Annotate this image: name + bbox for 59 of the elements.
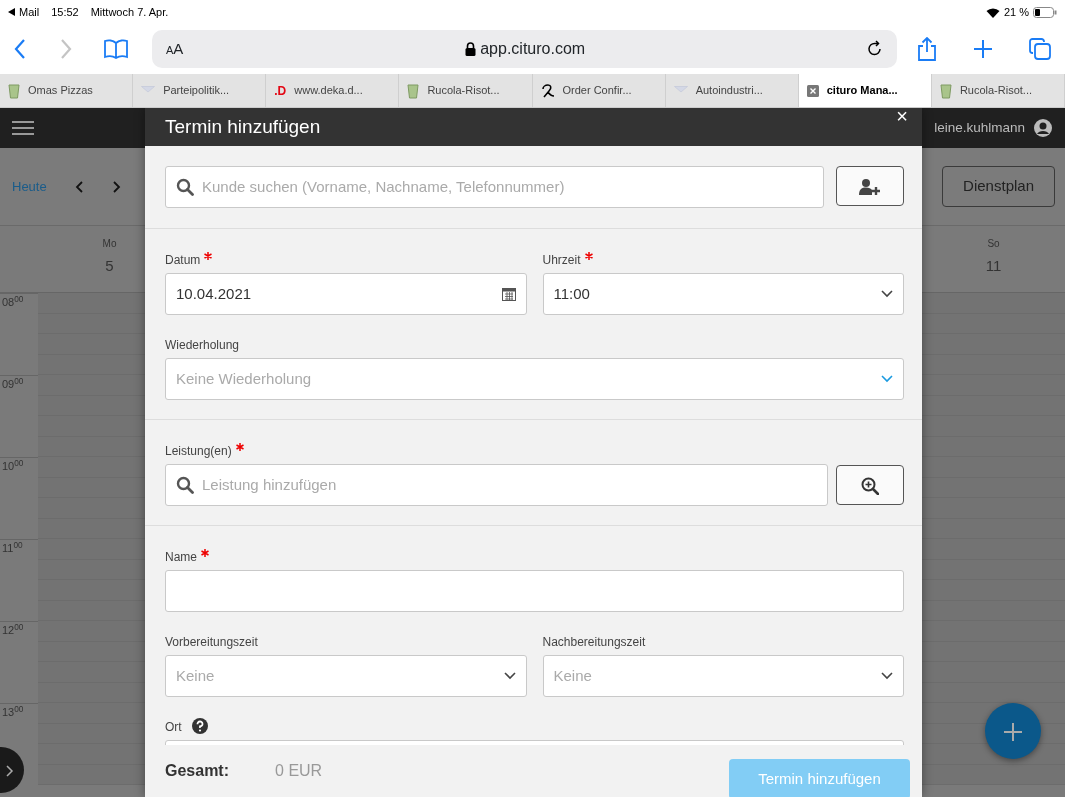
field-label: Name [165,549,197,566]
total-label: Gesamt: [165,761,230,781]
field-label: Nachbereitungszeit [542,634,646,651]
field-label: Leistung(en) [165,443,232,460]
day-number: 11 [984,256,1003,276]
close-button[interactable]: × [896,108,908,126]
search-icon [176,178,194,196]
roster-button[interactable]: Dienstplan [942,166,1055,207]
chevron-down-icon [881,672,893,680]
text-size-button[interactable]: AA [166,37,184,61]
field-label: Ort [165,719,182,736]
browser-tab[interactable]: cituro Mana... [798,74,932,107]
add-customer-button[interactable] [836,166,904,206]
zoom-in-icon [861,476,879,495]
calendar-icon [501,287,516,301]
previous-chevron-icon[interactable] [74,180,83,193]
cup-icon [407,82,420,99]
status-date: Mittwoch 7. Apr. [90,4,169,20]
total-amount: 0 EUR [275,761,323,781]
back-triangle-icon[interactable] [8,8,15,16]
lock-icon [465,42,477,56]
close-box-icon [806,84,819,97]
back-chevron-icon[interactable] [14,39,26,59]
dialog-title: Termin hinzufügen [165,114,321,139]
date-field[interactable]: 10.04.2021 [165,273,527,315]
field-label: Vorbereitungszeit [165,634,258,651]
weekday-label: So [986,237,1001,251]
field-label: Datum [165,252,201,269]
reload-icon[interactable] [867,40,883,58]
field-label: Uhrzeit [542,252,581,269]
cup-icon [939,82,952,99]
back-to-app-link[interactable]: Mail [19,3,40,21]
swirl-icon [540,83,555,98]
plus-icon [1003,721,1023,742]
menu-icon[interactable] [12,120,34,136]
chevron-down-icon [503,672,516,680]
wifi-icon [985,6,1000,18]
book-icon[interactable] [104,39,128,59]
person-plus-icon [858,177,882,196]
tabs-overview-icon[interactable] [1029,38,1051,60]
url-text[interactable]: app.cituro.com [480,37,586,61]
cup-icon [8,82,20,99]
deka-logo: .D [274,82,287,100]
status-time: 15:52 [51,4,79,20]
share-icon[interactable] [917,37,937,61]
weekday-label: Mo [101,237,118,251]
battery-percent: 21 % [1003,4,1029,20]
dropdown-field[interactable]: 11:00 [542,273,904,315]
battery-icon [1033,6,1057,18]
text-input-field[interactable] [165,570,904,612]
plus-icon[interactable] [973,39,993,59]
chevron-icon [6,764,14,777]
next-chevron-icon[interactable] [112,180,121,193]
user-name[interactable]: leine.kuhlmann [934,117,1025,139]
field-label: Wiederholung [165,337,240,354]
zoom-in-button[interactable] [836,465,904,505]
user-avatar-icon[interactable] [1033,118,1053,138]
chevron-down-icon [881,290,893,298]
search-icon [176,476,194,494]
